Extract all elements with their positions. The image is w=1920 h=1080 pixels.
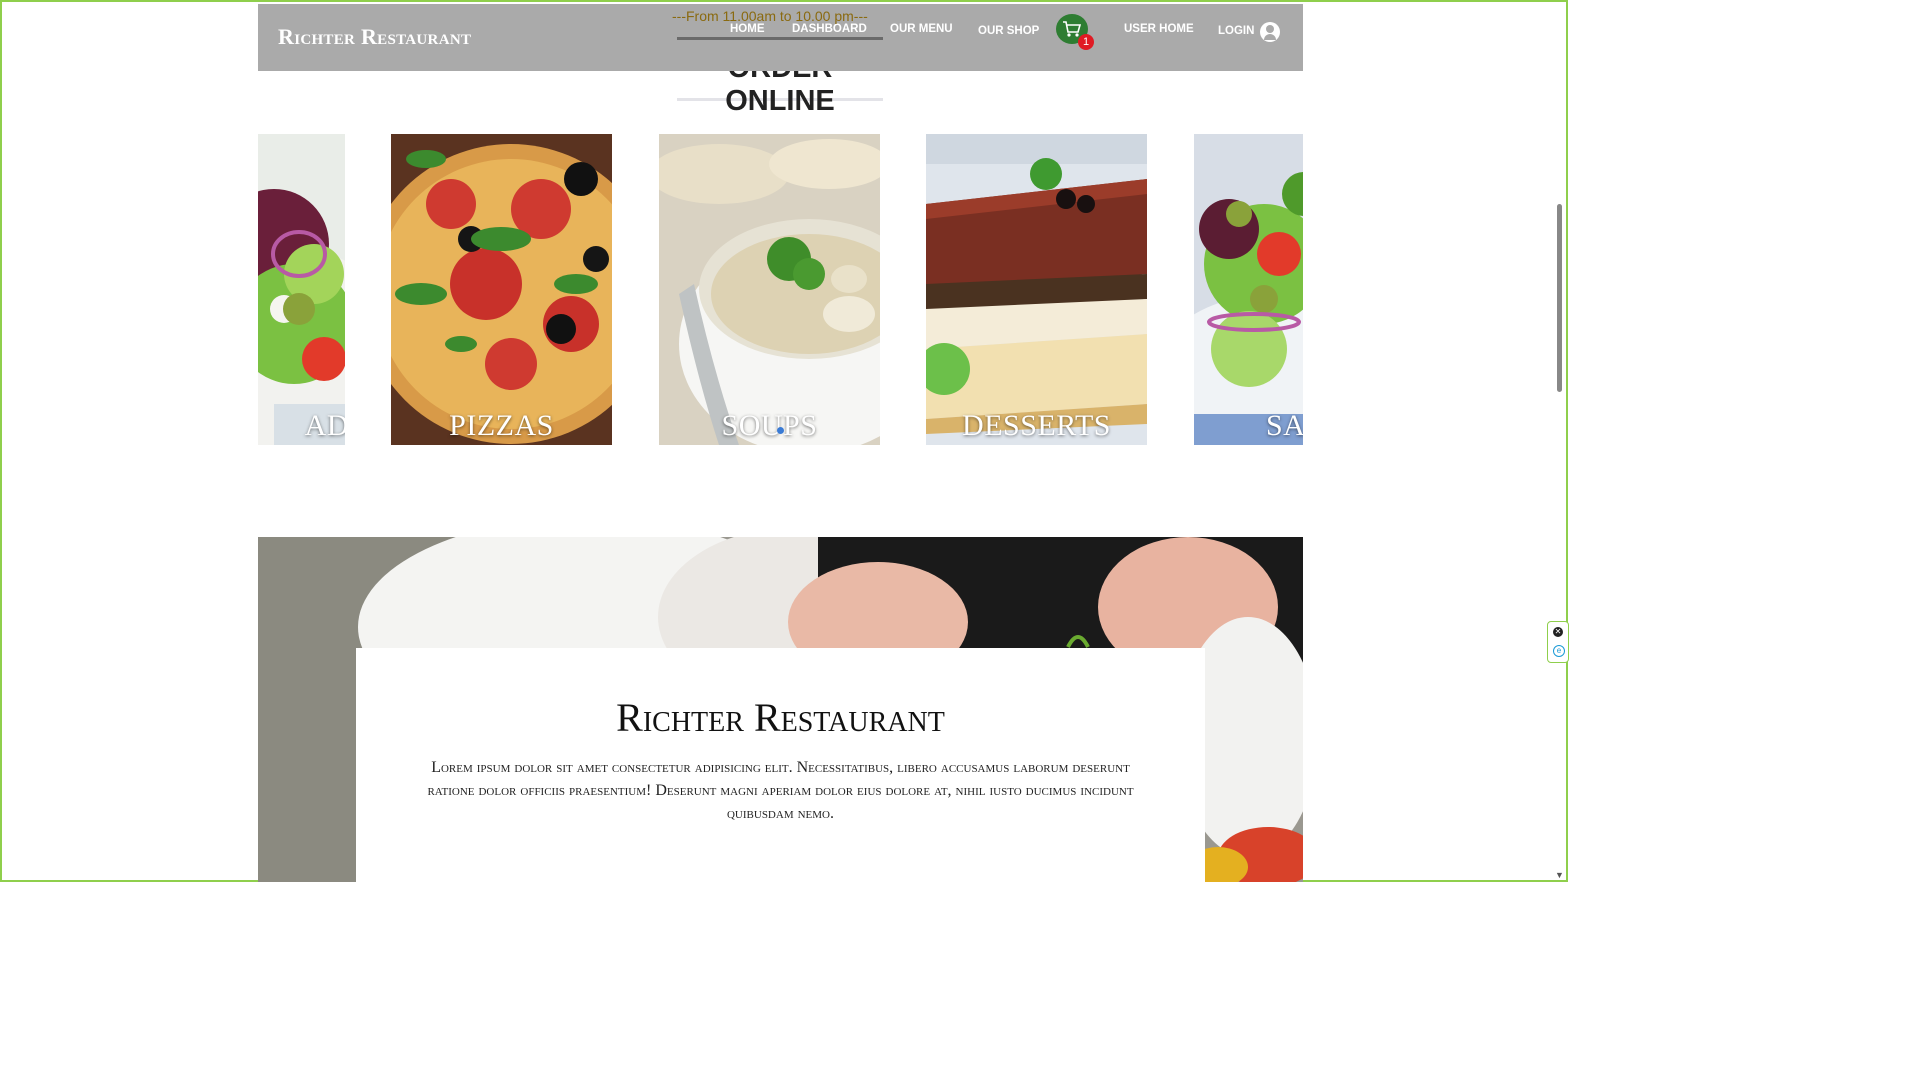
nav-user-home[interactable]: USER HOME (1124, 23, 1194, 35)
brand-logo[interactable]: Richter Restaurant (278, 24, 471, 50)
nav-our-shop[interactable]: OUR SHOP (978, 25, 1039, 37)
pizza-image (391, 134, 612, 445)
extension-icon[interactable]: e (1553, 645, 1565, 657)
chevron-down-icon[interactable]: ▼ (1555, 870, 1564, 880)
carousel-card-soups[interactable]: SOUPS (659, 134, 880, 445)
salad-image (1194, 134, 1303, 445)
side-extension-widget: ✕ e (1547, 621, 1569, 663)
scrollbar-thumb[interactable] (1557, 204, 1562, 392)
about-card: Richter Restaurant Lorem ipsum dolor sit… (356, 648, 1205, 884)
cart-button[interactable]: 1 (1056, 14, 1094, 50)
carousel-card-salad-right[interactable]: SA (1194, 134, 1303, 445)
carousel-card-label: AD (304, 409, 345, 442)
about-description: Lorem ipsum dolor sit amet consectetur a… (427, 759, 1134, 822)
carousel-card-label: SA (1266, 409, 1303, 442)
shopping-cart-icon (1063, 21, 1082, 37)
carousel-card-label: PIZZAS (449, 409, 554, 442)
carousel-card-desserts[interactable]: DESSERTS (926, 134, 1147, 445)
cart-count-badge: 1 (1078, 34, 1094, 50)
page-scrollbar[interactable]: ▼ (1554, 4, 1564, 880)
about-title: Richter Restaurant (616, 695, 945, 740)
close-icon[interactable]: ✕ (1553, 627, 1563, 637)
title-divider-top (677, 37, 883, 40)
carousel-card-label: SOUPS (721, 409, 818, 442)
opening-hours: ---From 11.00am to 10.00 pm--- (672, 8, 868, 24)
nav-login[interactable]: LOGIN (1218, 25, 1254, 37)
nav-home[interactable]: HOME (730, 23, 765, 35)
menu-carousel[interactable]: AD PIZZAS SOUPS DESSERTS SA (258, 134, 1303, 446)
carousel-card-pizzas[interactable]: PIZZAS (391, 134, 612, 445)
carousel-card-salad-left[interactable]: AD (258, 134, 345, 445)
dessert-image (926, 134, 1147, 445)
user-account-icon[interactable] (1260, 22, 1280, 42)
soup-image (659, 134, 880, 445)
salad-image (258, 134, 345, 445)
carousel-indicator-dot[interactable] (777, 427, 784, 434)
nav-our-menu[interactable]: OUR MENU (890, 23, 953, 35)
carousel-card-label: DESSERTS (962, 409, 1111, 442)
nav-dashboard[interactable]: DASHBOARD (792, 23, 867, 35)
